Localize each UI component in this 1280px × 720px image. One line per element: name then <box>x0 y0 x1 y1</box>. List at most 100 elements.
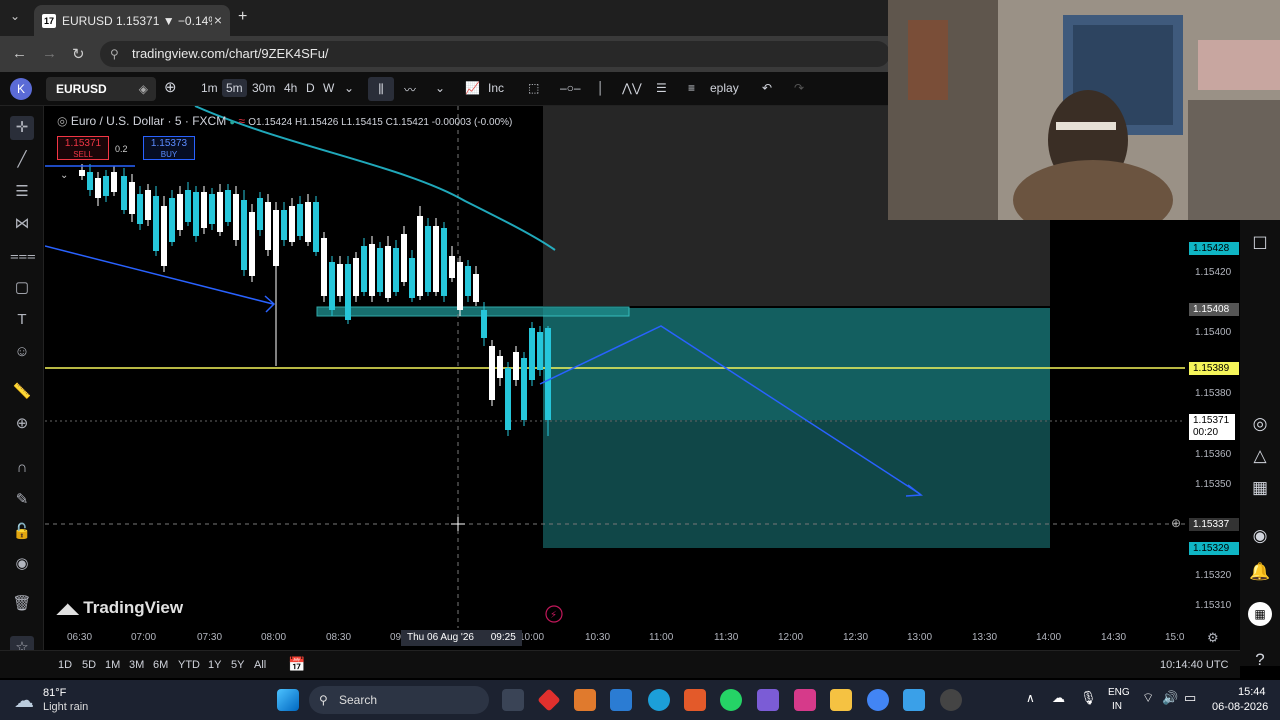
axis-settings-icon[interactable]: ⚙ <box>1207 630 1219 646</box>
interval-5m[interactable]: 5m <box>222 79 247 97</box>
range-6m[interactable]: 6M <box>153 659 168 671</box>
indicators-icon[interactable]: 📈 <box>465 81 480 95</box>
microphone-icon[interactable]: 🎙 <box>1080 690 1097 706</box>
volume-icon[interactable]: 🔊 <box>1162 690 1178 706</box>
time-axis[interactable]: 06:30 07:00 07:30 08:00 08:30 09 10:00 1… <box>45 628 1240 648</box>
parallel-lines-icon[interactable]: ☰ <box>10 180 34 204</box>
symbol-search-button[interactable]: EURUSD ◈ <box>46 77 156 101</box>
text-tool-icon[interactable]: T <box>10 308 34 332</box>
tray-cloud-icon[interactable]: ☁ <box>1052 690 1065 706</box>
new-tab-icon[interactable]: + <box>238 8 247 26</box>
eye-icon[interactable]: ◉ <box>10 552 34 576</box>
clock-date[interactable]: 06-08-2026 <box>1212 701 1268 713</box>
tab-list-icon[interactable]: ⌄ <box>10 9 20 23</box>
line-tool-icon[interactable]: 〰 <box>404 81 416 98</box>
brave-icon[interactable] <box>684 689 706 711</box>
battery-icon[interactable]: ▭ <box>1184 690 1196 706</box>
url-input[interactable]: ⚲ tradingview.com/chart/9ZEK4SFu/ <box>100 41 890 67</box>
range-1m[interactable]: 1M <box>105 659 120 671</box>
windows-start-icon[interactable] <box>277 689 299 711</box>
candles-type-icon[interactable]: ⫼ <box>368 77 394 101</box>
rectangle-tool-icon[interactable]: ▢ <box>10 276 34 300</box>
sell-button[interactable]: 1.15371 SELL <box>57 136 109 160</box>
clock-time[interactable]: 15:44 <box>1238 686 1266 698</box>
language-secondary[interactable]: IN <box>1112 701 1122 712</box>
fib-retracement-icon[interactable]: ⩶ <box>10 244 36 268</box>
ideas-icon[interactable]: △ <box>1248 446 1272 470</box>
replay-button[interactable]: eplay <box>710 81 739 95</box>
calendar-icon[interactable]: ▦ <box>1248 478 1272 502</box>
edge-icon[interactable] <box>648 689 670 711</box>
app-orange-icon[interactable] <box>574 689 596 711</box>
legend-collapse-icon[interactable]: ⌄ <box>60 170 68 181</box>
stream-icon[interactable]: ◉ <box>1248 526 1272 550</box>
interval-30m[interactable]: 30m <box>252 81 275 95</box>
symbol-info-icon[interactable]: ◈ <box>139 77 148 101</box>
task-view-icon[interactable] <box>502 689 524 711</box>
app-blue-icon[interactable] <box>903 689 925 711</box>
magnet-icon[interactable]: ∩ <box>10 456 34 480</box>
browser-tab[interactable]: 17 EURUSD 1.15371 ▼ −0.14% Un × <box>34 5 230 36</box>
range-1y[interactable]: 1Y <box>208 659 221 671</box>
whatsapp-icon[interactable] <box>720 689 742 711</box>
redo-icon[interactable]: ↷ <box>794 81 804 95</box>
weather-cloud-icon[interactable]: ☁ <box>14 688 34 713</box>
crosshair-icon[interactable]: ✛ <box>10 116 34 140</box>
forward-icon[interactable]: → <box>42 45 57 62</box>
notifications-bell-icon[interactable]: 🔔 <box>1248 562 1272 586</box>
tray-chevron-icon[interactable]: ∧ <box>1026 691 1035 705</box>
fib-icon[interactable]: ☰ <box>656 81 667 95</box>
date-range-icon[interactable]: 📅 <box>288 656 305 673</box>
compare-add-icon[interactable]: ⊕ <box>164 78 177 96</box>
buy-button[interactable]: 1.15373 BUY <box>143 136 195 160</box>
ruler-icon[interactable]: 📏 <box>10 380 34 404</box>
pattern-icon[interactable]: ⋈ <box>10 212 34 236</box>
reload-icon[interactable]: ↻ <box>72 45 85 63</box>
app-gray-icon[interactable] <box>940 689 962 711</box>
range-all[interactable]: All <box>254 659 266 671</box>
language-primary[interactable]: ENG <box>1108 687 1130 698</box>
back-icon[interactable]: ← <box>12 45 27 62</box>
target-icon[interactable]: ◎ <box>1248 414 1272 438</box>
file-explorer-icon[interactable] <box>830 689 852 711</box>
apps-grid-icon[interactable]: ▦ <box>1248 602 1272 626</box>
add-alert-plus-icon[interactable]: ⊕ <box>1171 516 1181 530</box>
user-avatar[interactable]: K <box>10 78 32 100</box>
horizontal-ray-icon[interactable]: –○– <box>560 81 581 95</box>
interval-1m[interactable]: 1m <box>201 81 218 95</box>
undo-icon[interactable]: ↶ <box>762 81 772 95</box>
weather-temp[interactable]: 81°F <box>43 687 66 699</box>
lock-icon[interactable]: 🔓 <box>10 520 34 544</box>
emoji-icon[interactable]: ☺ <box>10 340 34 364</box>
settings-sliders-icon[interactable]: ≡ <box>688 81 695 95</box>
close-tab-icon[interactable]: × <box>214 12 222 28</box>
chart-title[interactable]: Euro / U.S. Dollar · 5 · FXCM <box>71 114 226 128</box>
trendline-icon[interactable]: ╱ <box>10 148 34 172</box>
help-icon[interactable]: ? <box>1248 650 1272 674</box>
range-ytd[interactable]: YTD <box>178 659 200 671</box>
vertical-line-icon[interactable]: │ <box>597 81 605 95</box>
weather-desc[interactable]: Light rain <box>43 701 88 713</box>
drawing-mode-icon[interactable]: ✎ <box>10 488 34 512</box>
app-purple-icon[interactable] <box>757 689 779 711</box>
taskbar-search[interactable]: ⚲ Search <box>309 686 489 714</box>
interval-d[interactable]: D <box>306 81 315 95</box>
chrome-icon[interactable] <box>867 689 889 711</box>
interval-4h[interactable]: 4h <box>284 81 297 95</box>
interval-w[interactable]: W <box>323 81 334 95</box>
zigzag-icon[interactable]: ⋀⋁ <box>622 81 642 95</box>
vscode-icon[interactable] <box>610 689 632 711</box>
zoom-icon[interactable]: ⊕ <box>10 412 34 436</box>
interval-dropdown-icon[interactable]: ⌄ <box>344 81 354 95</box>
range-3m[interactable]: 3M <box>129 659 144 671</box>
range-5y[interactable]: 5Y <box>231 659 244 671</box>
app-diamond-icon[interactable] <box>537 688 561 712</box>
site-info-icon[interactable]: ⚲ <box>110 41 119 67</box>
range-1d[interactable]: 1D <box>58 659 72 671</box>
range-5d[interactable]: 5D <box>82 659 96 671</box>
wifi-icon[interactable]: ⌔ <box>1142 690 1154 706</box>
rectangle-icon[interactable]: ⬚ <box>528 81 539 95</box>
utc-clock[interactable]: 10:14:40 UTC <box>1160 659 1228 671</box>
instagram-icon[interactable] <box>794 689 816 711</box>
chat-icon[interactable]: ☐ <box>1248 234 1272 258</box>
